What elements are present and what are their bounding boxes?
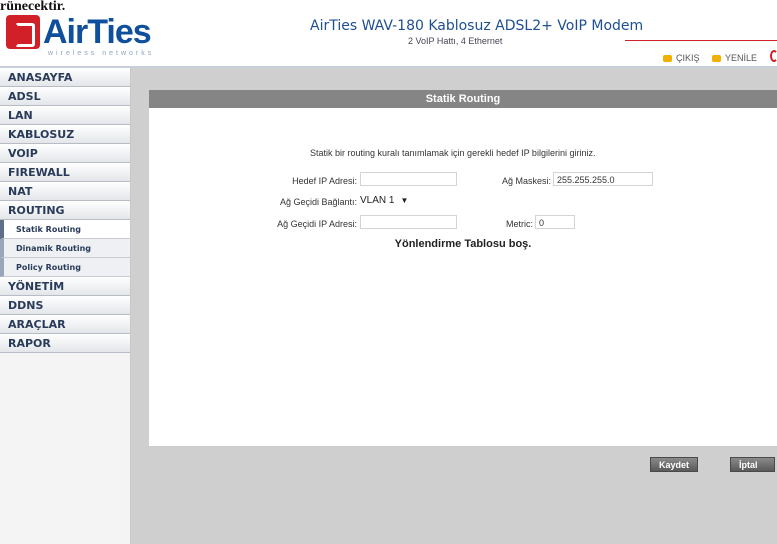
sidebar-item-voip[interactable]: VOIP <box>0 144 130 163</box>
sidebar-item-kablosuz[interactable]: KABLOSUZ <box>0 125 130 144</box>
metric-label: Metric: <box>506 219 533 229</box>
sidebar-item-yonetim[interactable]: YÖNETİM <box>0 277 130 296</box>
sidebar-subitem-policy-routing[interactable]: Policy Routing <box>0 258 130 277</box>
header-accent-line <box>625 40 777 41</box>
panel-title: Statik Routing <box>149 90 777 108</box>
static-routing-panel: Statik Routing Statik bir routing kuralı… <box>149 90 777 446</box>
sidebar-item-anasayfa[interactable]: ANASAYFA <box>0 68 130 87</box>
gateway-ip-input[interactable] <box>360 215 457 229</box>
save-button[interactable]: Kaydet <box>650 457 699 472</box>
routing-table-empty-message: Yönlendirme Tablosu boş. <box>394 238 532 250</box>
refresh-label: YENİLE <box>725 53 758 63</box>
airties-logo-icon <box>6 15 40 49</box>
gateway-ip-label: Ağ Geçidi IP Adresi: <box>277 219 357 229</box>
sidebar-item-rapor[interactable]: RAPOR <box>0 334 130 353</box>
refresh-icon <box>712 54 721 62</box>
sidebar-item-firewall[interactable]: FIREWALL <box>0 163 130 182</box>
sidebar-subitem-dinamik-routing[interactable]: Dinamik Routing <box>0 239 130 258</box>
logout-link[interactable]: ÇIKIŞ <box>663 53 700 63</box>
dest-ip-input[interactable] <box>360 172 457 186</box>
netmask-input[interactable]: 255.255.255.0 <box>553 172 653 186</box>
gateway-conn-value: VLAN 1 <box>360 195 395 206</box>
chevron-down-icon: ▼ <box>400 196 409 205</box>
sidebar-item-adsl[interactable]: ADSL <box>0 87 130 106</box>
refresh-link[interactable]: YENİLE <box>712 53 757 63</box>
power-icon[interactable] <box>770 50 777 62</box>
cancel-button[interactable]: İptal <box>730 457 775 472</box>
metric-input[interactable]: 0 <box>535 215 575 229</box>
sidebar-subitem-statik-routing[interactable]: Statik Routing <box>0 220 130 239</box>
page-overlay-text: rünecektir. <box>0 0 66 14</box>
dest-ip-label: Hedef IP Adresi: <box>292 176 357 186</box>
gateway-conn-label: Ağ Geçidi Bağlantı: <box>279 197 357 207</box>
panel-description: Statik bir routing kuralı tanımlamak içi… <box>310 148 596 158</box>
airties-logo[interactable]: AirTies <box>6 13 152 51</box>
gateway-conn-select[interactable]: VLAN 1 ▼ <box>360 193 408 208</box>
sidebar-item-nat[interactable]: NAT <box>0 182 130 201</box>
logout-label: ÇIKIŞ <box>676 53 700 63</box>
logout-icon <box>663 54 672 62</box>
sidebar-item-routing[interactable]: ROUTING <box>0 201 130 220</box>
sidebar-item-lan[interactable]: LAN <box>0 106 130 125</box>
device-subtitle: 2 VoIP Hattı, 4 Ethernet <box>408 36 503 46</box>
sidebar-item-ddns[interactable]: DDNS <box>0 296 130 315</box>
header: AirTies wireless networks AirTies WAV-18… <box>0 0 777 68</box>
main-content: Statik Routing Statik bir routing kuralı… <box>131 68 777 544</box>
sidebar: ANASAYFA ADSL LAN KABLOSUZ VOIP FIREWALL… <box>0 68 131 544</box>
sidebar-item-araclar[interactable]: ARAÇLAR <box>0 315 130 334</box>
device-title: AirTies WAV-180 Kablosuz ADSL2+ VoIP Mod… <box>310 18 644 34</box>
brand-tagline: wireless networks <box>48 50 155 57</box>
brand-name: AirTies <box>43 13 152 51</box>
netmask-label: Ağ Maskesi: <box>501 176 551 186</box>
